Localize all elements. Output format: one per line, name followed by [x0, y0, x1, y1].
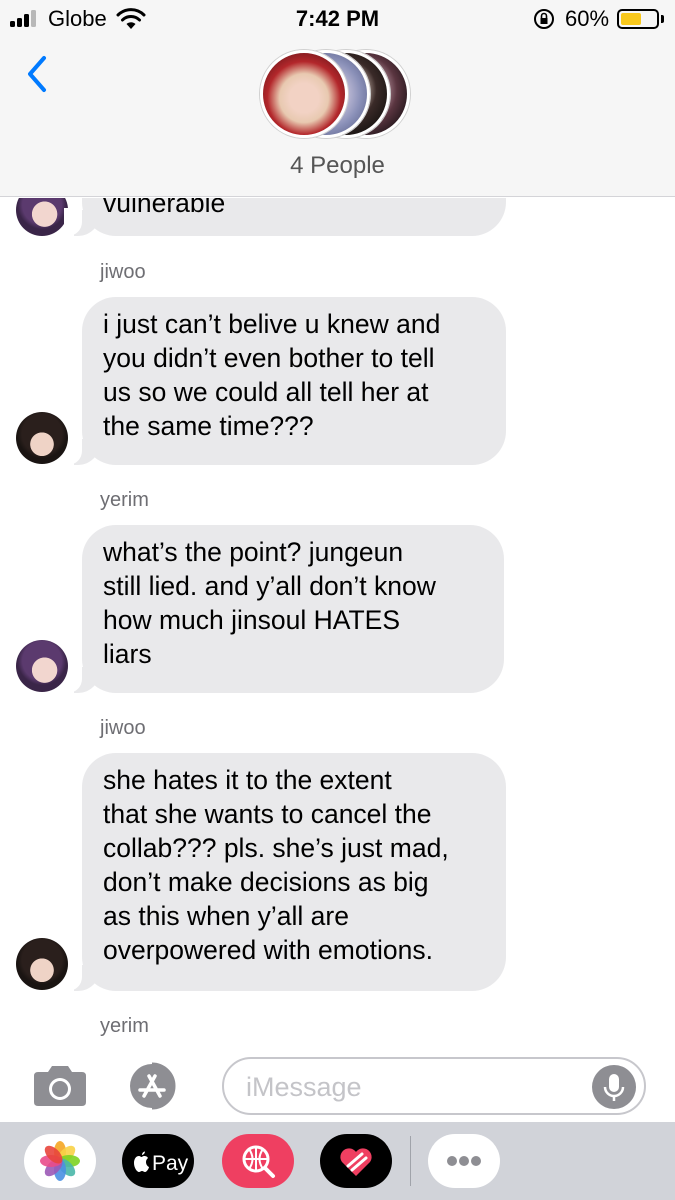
battery-tip — [661, 15, 664, 23]
avatar[interactable] — [16, 412, 68, 464]
sender-name: yerim — [100, 1015, 149, 1037]
battery-percentage: 60% — [565, 6, 610, 31]
message-text: vulnerable — [103, 198, 226, 218]
message-bubble-partial[interactable]: vulnerable — [64, 198, 506, 236]
rotation-lock-icon — [534, 9, 554, 29]
conversation-header: Globe 7:42 PM 60% 4 People — [0, 0, 675, 197]
avatar[interactable] — [16, 640, 68, 692]
message-text: what’s the point? jungeun still lied. an… — [103, 537, 436, 669]
sender-name: jiwoo — [100, 261, 146, 283]
app-store-icon[interactable] — [126, 1060, 192, 1112]
message-bubble[interactable]: i just can’t belive u knew and you didn’… — [64, 297, 506, 465]
battery-icon — [617, 9, 659, 29]
group-participants-label[interactable]: 4 People — [0, 152, 675, 180]
group-avatar-1 — [260, 50, 348, 138]
imessage-app-drawer: Pay — [0, 1122, 675, 1200]
sender-name: yerim — [100, 489, 149, 511]
compose-bar: iMessage — [0, 1050, 675, 1122]
status-bar: Globe 7:42 PM 60% — [0, 0, 675, 38]
group-avatar-stack[interactable] — [258, 50, 418, 142]
avatar[interactable] — [16, 938, 68, 990]
more-apps-icon[interactable] — [428, 1134, 500, 1188]
digital-touch-icon[interactable] — [320, 1134, 392, 1188]
imessage-input[interactable]: iMessage — [222, 1057, 646, 1115]
message-bubble[interactable]: what’s the point? jungeun still lied. an… — [64, 525, 504, 693]
web-images-icon[interactable] — [222, 1134, 294, 1188]
message-bubble[interactable]: she hates it to the extent that she want… — [64, 753, 506, 991]
message-text: i just can’t belive u knew and you didn’… — [103, 309, 441, 441]
microphone-icon[interactable] — [592, 1065, 636, 1109]
battery-level-fill — [621, 13, 642, 25]
imessage-placeholder: iMessage — [246, 1072, 362, 1102]
drawer-divider — [410, 1136, 411, 1186]
photos-app-icon[interactable] — [24, 1134, 96, 1188]
apple-pay-label: Pay — [152, 1152, 189, 1175]
message-thread[interactable]: vulnerable jiwoo i just can’t belive u k… — [0, 198, 675, 1050]
apple-pay-icon[interactable]: Pay — [122, 1134, 194, 1188]
camera-icon[interactable] — [30, 1062, 90, 1110]
chevron-left-icon[interactable] — [20, 52, 56, 96]
sender-name: jiwoo — [100, 717, 146, 739]
avatar[interactable] — [16, 198, 68, 236]
message-text: she hates it to the extent that she want… — [103, 765, 449, 965]
